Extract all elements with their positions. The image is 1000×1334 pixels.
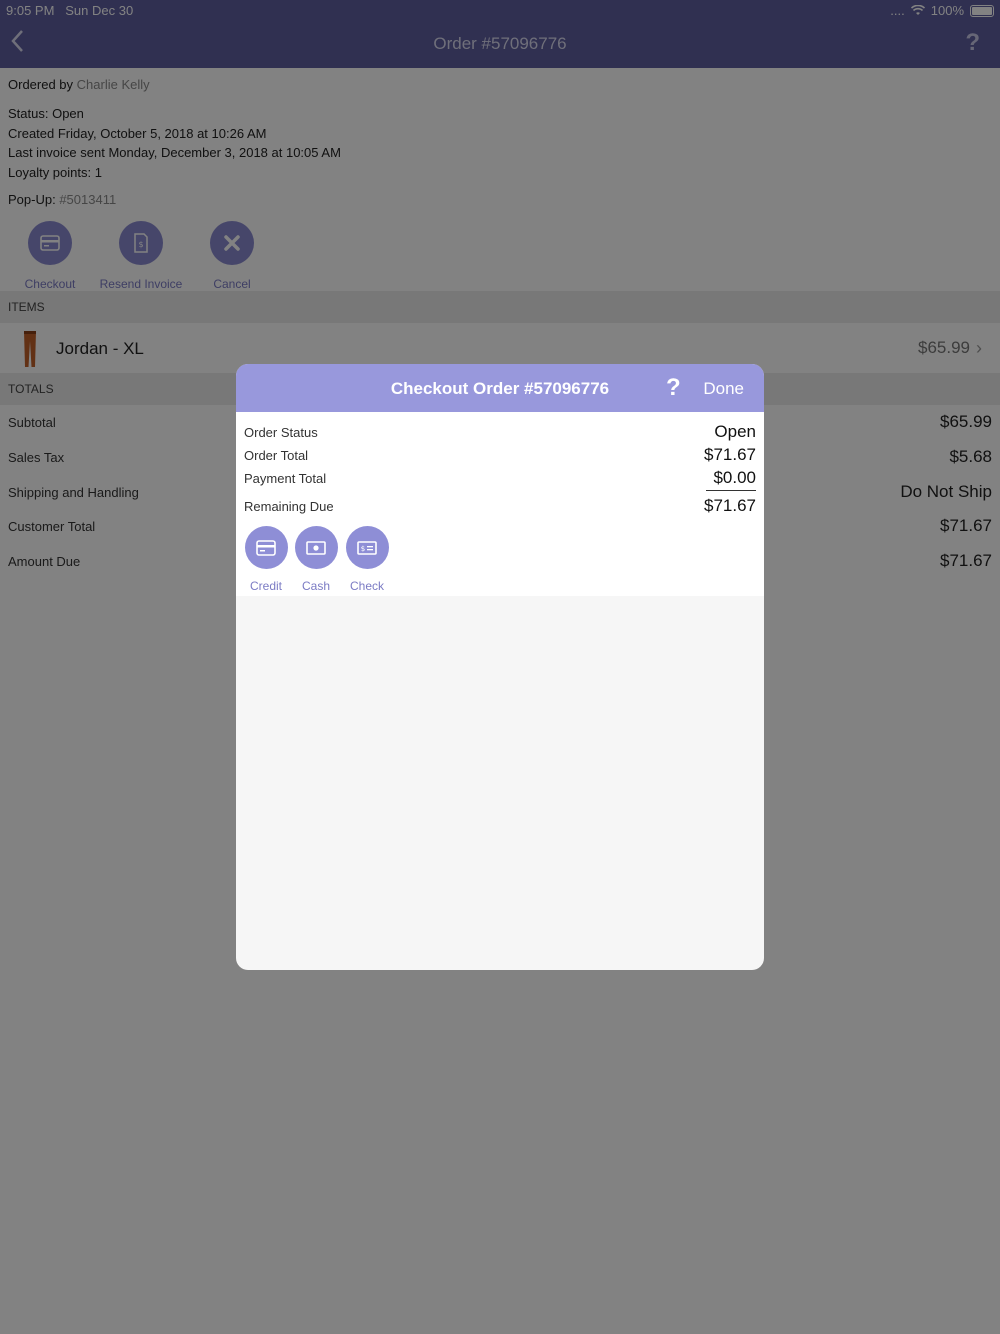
credit-label: Credit [249, 579, 282, 593]
cash-circle [294, 526, 338, 569]
modal-title: Checkout Order #57096776 [390, 379, 610, 398]
remaining-due-value: $71.67 [704, 496, 756, 515]
check-circle: $ [345, 526, 389, 569]
credit-card-icon [256, 539, 276, 556]
payment-total-value: $0.00 [713, 468, 756, 487]
remaining-due-label: Remaining Due [244, 499, 334, 514]
cash-icon [306, 540, 326, 555]
sum-divider [706, 490, 756, 491]
modal-summary: Order Status Open Order Total $71.67 Pay… [236, 412, 764, 596]
check-icon: $ [357, 540, 377, 555]
order-status-value: Open [714, 422, 756, 441]
check-payment-button[interactable]: $ Check [341, 526, 393, 593]
modal-header: Checkout Order #57096776 ? Done [236, 364, 764, 412]
check-label: Check [349, 579, 384, 593]
credit-payment-button[interactable]: Credit [240, 526, 292, 593]
cash-label: Cash [301, 579, 330, 593]
cash-payment-button[interactable]: Cash [290, 526, 342, 593]
order-status-label: Order Status [244, 425, 318, 440]
order-total-value: $71.67 [704, 445, 756, 464]
credit-circle [244, 526, 288, 569]
payment-total-label: Payment Total [244, 471, 327, 486]
svg-text:$: $ [361, 545, 365, 553]
modal-help-button[interactable]: ? [666, 374, 681, 402]
order-total-label: Order Total [244, 448, 309, 463]
done-button[interactable]: Done [703, 379, 744, 399]
checkout-modal: Checkout Order #57096776 ? Done Order St… [236, 364, 764, 970]
